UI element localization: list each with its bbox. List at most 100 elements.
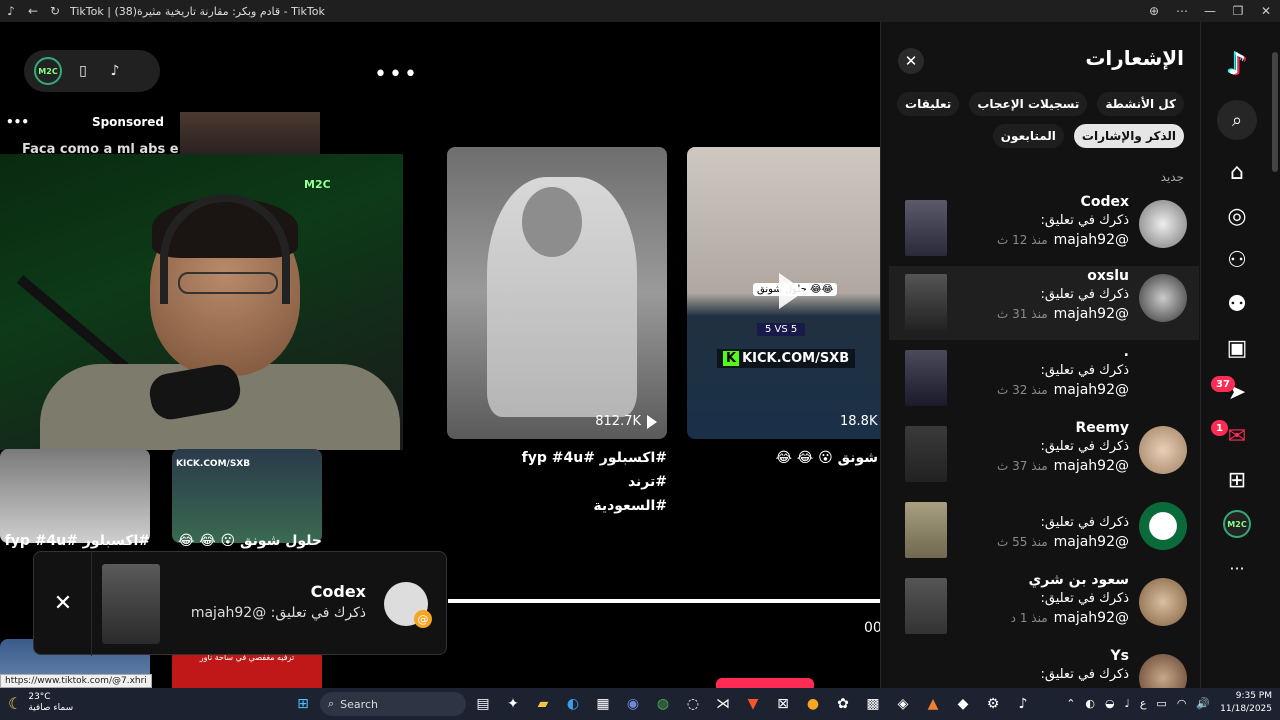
tiktok-icon[interactable]: ♪ (104, 60, 126, 82)
notification-handle-row: @majah92 منذ 1 د (1011, 610, 1129, 629)
sponsored-label: Sponsored (91, 115, 164, 129)
notification-username: Reemy (1075, 420, 1129, 436)
video-caption[interactable]: #اكسبلور #fyp #4u #ترند #السعودية (480, 446, 667, 518)
more-options-icon[interactable]: ••• (6, 115, 29, 129)
windows-start-icon[interactable]: ⊞ (290, 692, 316, 716)
more-options-icon[interactable]: ••• (374, 62, 419, 87)
app-tray-icon[interactable]: ◐ (1085, 697, 1095, 710)
app-icon[interactable]: ✿ (830, 692, 856, 716)
restore-icon[interactable]: ❐ (1224, 0, 1252, 22)
search-icon[interactable]: ⌕ (1217, 100, 1257, 140)
video-caption[interactable]: حلول شونق 😮 😂 😂 (172, 529, 322, 553)
video-card[interactable]: حلول شونق 😂😂 5 VS 5 K KICK.COM/SXB 18.8K (687, 147, 880, 439)
following-icon[interactable]: ⚇ (1217, 240, 1257, 280)
progress-bar[interactable] (448, 599, 880, 603)
minimize-icon[interactable]: — (1196, 0, 1224, 22)
discord-icon[interactable]: ◉ (620, 692, 646, 716)
notification-item[interactable]: Codex ذكرك في تعليق: @majah92 منذ 12 ث (889, 192, 1199, 266)
taskbar-search[interactable]: ⌕ Search (320, 692, 466, 716)
edge-icon[interactable]: ◐ (560, 692, 586, 716)
notification-thumbnail[interactable] (905, 426, 947, 482)
mention-toast[interactable]: ✕ Codex ذكرك في تعليق: @majah92 @ (33, 551, 447, 656)
video-thumbnail[interactable] (180, 112, 320, 156)
explore-icon[interactable]: ◎ (1217, 196, 1257, 236)
notification-username: . (1123, 344, 1129, 360)
volume-icon[interactable]: 🔊 (1196, 697, 1210, 710)
clock[interactable]: 9:35 PM 11/18/2025 (1220, 690, 1272, 716)
notification-item[interactable]: ذكرك في تعليق: @majah92 منذ 55 ث (889, 494, 1199, 568)
keyboard-language[interactable]: ع (1140, 697, 1147, 710)
app-icon[interactable]: ◆ (950, 692, 976, 716)
notification-item[interactable]: oxslu ذكرك في تعليق: @majah92 منذ 31 ث (889, 266, 1199, 340)
upload-icon[interactable]: ⊞ (1217, 460, 1257, 500)
network-icon[interactable]: ◠ (1177, 697, 1187, 710)
zoom-icon[interactable]: ⊕ (1140, 0, 1168, 22)
avatar[interactable] (1139, 578, 1187, 626)
toast-video-thumbnail[interactable] (102, 564, 160, 644)
menu-dots-icon[interactable]: ⋯ (1168, 0, 1196, 22)
app-icon[interactable]: ▲ (920, 692, 946, 716)
notification-item[interactable]: . ذكرك في تعليق: @majah92 منذ 32 ث (889, 342, 1199, 416)
chip-followers[interactable]: المتابعون (992, 124, 1064, 148)
notification-thumbnail[interactable] (905, 200, 947, 256)
scrollbar[interactable] (1272, 52, 1278, 172)
avatar[interactable] (1139, 654, 1187, 688)
friends-icon[interactable]: ⚉ (1217, 284, 1257, 324)
app-icon[interactable]: ▩ (860, 692, 886, 716)
obs-icon[interactable]: ◌ (680, 692, 706, 716)
live-icon[interactable]: ▣ (1217, 328, 1257, 368)
close-icon[interactable]: ✕ (48, 588, 78, 618)
steam-icon[interactable]: ⚙ (980, 692, 1006, 716)
play-icon[interactable] (779, 273, 805, 309)
app-tray-icon[interactable]: ◒ (1105, 697, 1115, 710)
reload-icon[interactable]: ↻ (44, 0, 66, 22)
weather-widget[interactable]: ☾ 23°C سماء صافية (8, 692, 73, 714)
kick-k-icon: K (723, 351, 740, 366)
notification-thumbnail[interactable] (905, 350, 947, 406)
tiktok-app-icon[interactable]: ♪ (1010, 692, 1036, 716)
mic-icon[interactable]: ♩ (1125, 697, 1130, 710)
profile-avatar[interactable]: M2C (1217, 504, 1257, 544)
video-card[interactable]: 812.7K (447, 147, 667, 439)
app-icon[interactable]: ◈ (890, 692, 916, 716)
chip-comments[interactable]: تعليقات (897, 92, 960, 116)
notification-thumbnail[interactable] (905, 274, 947, 330)
chip-all-activity[interactable]: كل الأنشطة (1097, 92, 1184, 116)
tiktok-logo-icon[interactable]: ♪ (1219, 46, 1255, 82)
task-view-icon[interactable]: ▤ (470, 692, 496, 716)
chrome-icon[interactable]: ◍ (650, 692, 676, 716)
close-window-icon[interactable]: ✕ (1252, 0, 1280, 22)
home-icon[interactable]: ⌂ (1217, 152, 1257, 192)
red-action-button[interactable] (716, 678, 814, 688)
channel-logo[interactable]: M2C (34, 57, 62, 85)
chip-mentions[interactable]: الذكر والإشارات (1073, 124, 1184, 148)
back-icon[interactable]: ← (22, 0, 44, 22)
phone-icon[interactable]: ▯ (72, 60, 94, 82)
display-icon[interactable]: ▭ (1156, 697, 1166, 710)
app-icon[interactable]: ⊠ (770, 692, 796, 716)
notification-item[interactable]: Reemy ذكرك في تعليق: @majah92 منذ 37 ث (889, 418, 1199, 492)
notification-item[interactable]: سعود بن شري ذكرك في تعليق: @majah92 منذ 1… (889, 570, 1199, 644)
brave-icon[interactable]: ▼ (740, 692, 766, 716)
more-icon[interactable]: ··· (1217, 548, 1257, 588)
chip-likes[interactable]: تسجيلات الإعجاب (969, 92, 1088, 116)
copilot-icon[interactable]: ✦ (500, 692, 526, 716)
notification-item[interactable]: Ys ذكرك في تعليق: (889, 646, 1199, 688)
chevron-up-icon[interactable]: ⌃ (1066, 697, 1075, 710)
avatar[interactable] (1139, 274, 1187, 322)
capcut-icon[interactable]: ⋊ (710, 692, 736, 716)
tiktok-favicon-icon: ♪ (7, 4, 15, 18)
notification-thumbnail[interactable] (905, 502, 947, 558)
avatar[interactable] (1139, 426, 1187, 474)
app-icon[interactable]: ● (800, 692, 826, 716)
avatar[interactable] (1139, 502, 1187, 550)
store-icon[interactable]: ▦ (590, 692, 616, 716)
handle: @majah92 (1053, 534, 1129, 550)
close-icon[interactable]: ✕ (898, 48, 924, 74)
video-caption[interactable]: شونق 😮 😂 😂 (700, 446, 878, 470)
video-caption[interactable]: #اكسبلور #fyp #4u (0, 529, 150, 553)
kick-url: KICK.COM/SXB (742, 351, 850, 366)
notification-thumbnail[interactable] (905, 578, 947, 634)
avatar[interactable] (1139, 200, 1187, 248)
file-explorer-icon[interactable]: ▰ (530, 692, 556, 716)
